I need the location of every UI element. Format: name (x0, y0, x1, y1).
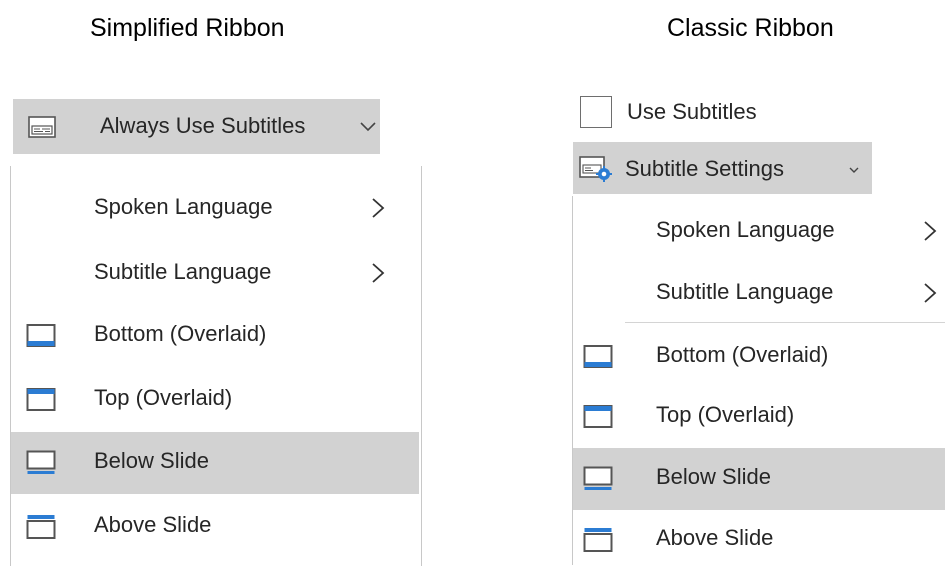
top-overlaid-icon (26, 388, 56, 411)
menu-item-label: Above Slide (656, 525, 774, 550)
chevron-right-icon (372, 198, 385, 218)
classic-subtitle-menu: Spoken Language Subtitle Language Bottom… (572, 196, 945, 565)
menu-item-top-overlaid[interactable]: Top (Overlaid) (11, 369, 419, 431)
menu-item-label: Above Slide (94, 512, 212, 537)
menu-item-top-overlaid[interactable]: Top (Overlaid) (573, 386, 945, 448)
menu-item-below-slide[interactable]: Below Slide (11, 432, 419, 494)
menu-item-above-slide[interactable]: Above Slide (11, 496, 419, 558)
menu-item-label: Below Slide (656, 464, 771, 489)
menu-item-label: Subtitle Language (94, 259, 272, 284)
above-slide-icon (583, 528, 613, 552)
chevron-right-icon (372, 263, 385, 283)
chevron-down-icon (849, 167, 859, 173)
menu-item-spoken-language[interactable]: Spoken Language (573, 201, 945, 263)
subtitle-settings-button[interactable]: Subtitle Settings (573, 142, 872, 194)
menu-item-label: Spoken Language (94, 194, 273, 219)
simplified-subtitle-menu: Spoken Language Subtitle Language Bottom… (10, 166, 422, 566)
subtitles-icon (28, 116, 56, 138)
menu-item-label: Top (Overlaid) (94, 385, 233, 410)
chevron-right-icon (924, 221, 937, 241)
bottom-overlaid-icon (583, 345, 613, 368)
above-slide-icon (26, 515, 56, 539)
use-subtitles-checkbox[interactable] (580, 96, 612, 128)
menu-item-spoken-language[interactable]: Spoken Language (11, 178, 419, 240)
subtitle-settings-label: Subtitle Settings (625, 156, 784, 181)
menu-item-subtitle-language[interactable]: Subtitle Language (573, 263, 945, 325)
use-subtitles-label: Use Subtitles (627, 99, 757, 124)
classic-ribbon-heading: Classic Ribbon (667, 14, 834, 42)
simplified-ribbon-heading: Simplified Ribbon (90, 14, 285, 42)
menu-item-label: Top (Overlaid) (656, 402, 795, 427)
menu-item-bottom-overlaid[interactable]: Bottom (Overlaid) (573, 326, 945, 388)
subtitle-settings-icon (579, 156, 612, 182)
menu-item-label: Bottom (Overlaid) (656, 342, 829, 367)
chevron-right-icon (924, 283, 937, 303)
bottom-overlaid-icon (26, 324, 56, 347)
menu-item-label: Below Slide (94, 448, 209, 473)
menu-item-subtitle-language[interactable]: Subtitle Language (11, 243, 419, 305)
menu-item-label: Spoken Language (656, 217, 835, 242)
always-use-subtitles-button[interactable]: Always Use Subtitles (13, 99, 380, 154)
menu-item-label: Subtitle Language (656, 279, 834, 304)
menu-item-below-slide[interactable]: Below Slide (573, 448, 945, 510)
chevron-down-icon (360, 122, 376, 132)
menu-item-bottom-overlaid[interactable]: Bottom (Overlaid) (11, 305, 419, 367)
menu-divider (625, 322, 945, 323)
always-use-subtitles-label: Always Use Subtitles (100, 113, 306, 138)
below-slide-icon (26, 450, 56, 474)
menu-item-label: Bottom (Overlaid) (94, 321, 267, 346)
menu-item-above-slide[interactable]: Above Slide (573, 509, 945, 571)
top-overlaid-icon (583, 405, 613, 428)
below-slide-icon (583, 466, 613, 490)
